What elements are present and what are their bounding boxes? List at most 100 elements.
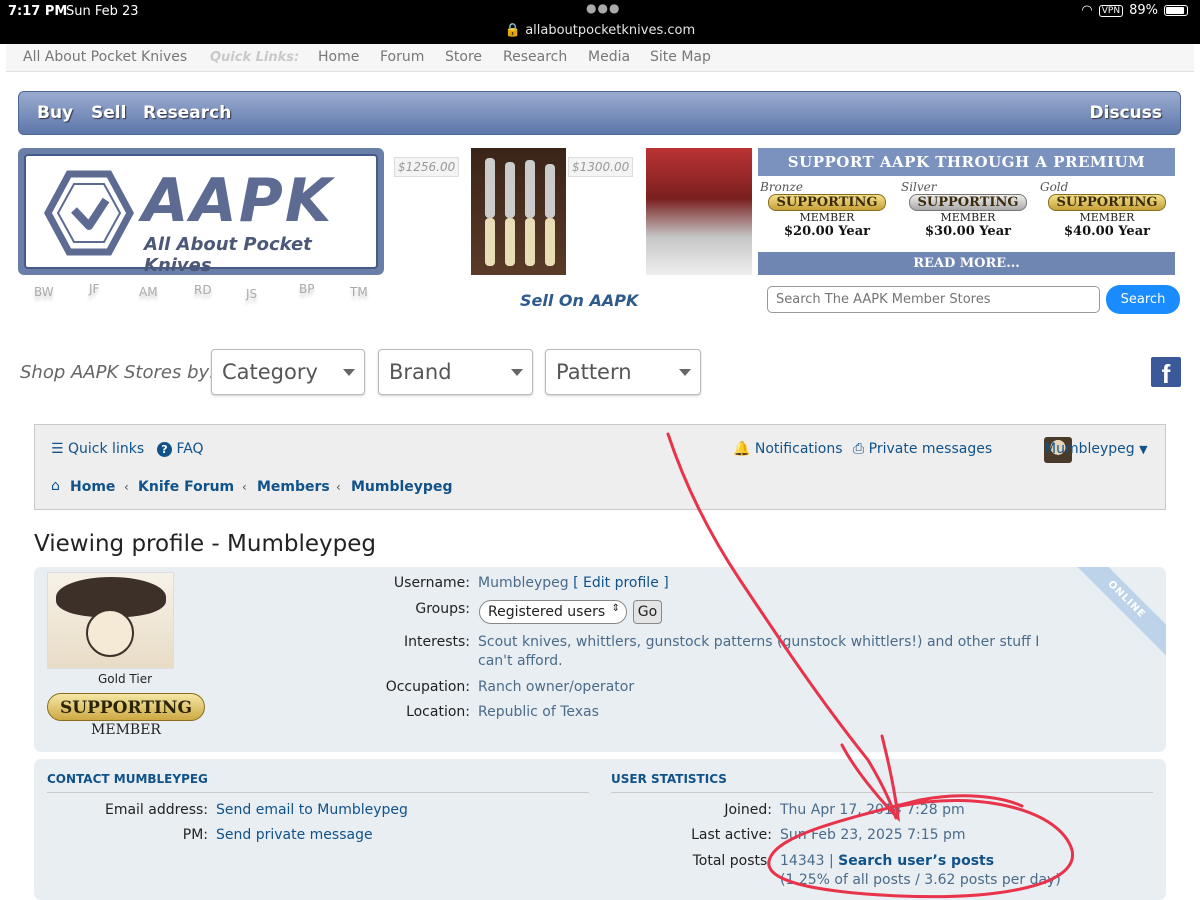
- hexagon-logo-icon: [44, 170, 134, 256]
- menu-research[interactable]: Research: [143, 103, 231, 123]
- initial-link[interactable]: JF: [89, 282, 99, 296]
- pattern-select[interactable]: Pattern: [545, 349, 701, 395]
- total-posts-value: 14343 | Search user’s posts: [780, 853, 995, 869]
- promo-tiers: Bronze SUPPORTING MEMBER $20.00 Year Sil…: [758, 176, 1175, 252]
- multitask-dots-icon[interactable]: ●●●: [586, 1, 620, 15]
- knife-listing-image[interactable]: [471, 148, 566, 275]
- user-menu[interactable]: Mumbleypeg ▼: [1044, 441, 1148, 457]
- contact-and-stats-panel: CONTACT MUMBLEYPEG Email address: Send e…: [34, 759, 1166, 900]
- private-messages-label: Private messages: [868, 441, 993, 457]
- faq-link[interactable]: ? FAQ: [157, 441, 204, 457]
- menu-discuss[interactable]: Discuss: [1090, 103, 1162, 123]
- username-value: Mumbleypeg [ Edit profile ]: [478, 575, 669, 591]
- status-time: 7:17 PM: [8, 4, 68, 19]
- brand-select-value: Brand: [389, 360, 452, 384]
- chevron-left-icon: ‹: [242, 480, 247, 494]
- question-circle-icon: ?: [157, 442, 172, 457]
- face-shape: [86, 609, 134, 657]
- groups-select-value: Registered users: [488, 604, 606, 620]
- badge-member: MEMBER: [91, 722, 161, 738]
- profile-panel: Gold Tier SUPPORTING MEMBER ONLINE Usern…: [34, 567, 1166, 752]
- top-link-media[interactable]: Media: [588, 49, 630, 65]
- notifications-label: Notifications: [754, 441, 843, 457]
- badge-ribbon: SUPPORTING: [47, 693, 205, 721]
- total-posts-count: 14343: [780, 853, 825, 869]
- status-indicators: ◠ VPN 89%: [1081, 3, 1188, 18]
- home-icon: ⌂: [51, 478, 60, 494]
- top-link-home[interactable]: Home: [318, 49, 359, 65]
- user-stats-heading: USER STATISTICS: [611, 772, 727, 786]
- page-title: Viewing profile - Mumbleypeg: [34, 531, 376, 557]
- breadcrumb-user[interactable]: Mumbleypeg: [351, 479, 452, 495]
- store-search-button[interactable]: Search: [1106, 285, 1180, 314]
- initial-link[interactable]: BW: [34, 285, 54, 299]
- inbox-icon: ⎙: [853, 441, 865, 457]
- initial-link[interactable]: BP: [299, 282, 314, 296]
- notifications-link[interactable]: 🔔 Notifications: [733, 441, 843, 457]
- posts-detail: (1.25% of all posts / 3.62 posts per day…: [780, 872, 1061, 888]
- top-link-store[interactable]: Store: [445, 49, 482, 65]
- joined-value: Thu Apr 17, 2014 7:28 pm: [780, 802, 965, 818]
- logo-frame: AAPK All About Pocket Knives: [24, 154, 378, 276]
- occupation-value: Ranch owner/operator: [478, 679, 635, 695]
- pattern-select-value: Pattern: [556, 360, 632, 384]
- last-active-value: Sun Feb 23, 2025 7:15 pm: [780, 827, 966, 843]
- promo-read-more[interactable]: READ MORE...: [758, 252, 1175, 275]
- initial-link[interactable]: RD: [194, 283, 212, 297]
- sell-on-aapk-link[interactable]: Sell On AAPK: [520, 291, 638, 310]
- online-ribbon: ONLINE: [1068, 567, 1166, 658]
- logo-title: AAPK: [142, 166, 334, 236]
- aapk-logo[interactable]: AAPK All About Pocket Knives: [18, 148, 384, 276]
- edit-profile-link[interactable]: Edit profile: [583, 575, 659, 591]
- location-value: Republic of Texas: [478, 704, 599, 720]
- groups-go-button[interactable]: Go: [633, 600, 662, 624]
- battery-percent: 89%: [1129, 3, 1158, 18]
- top-link-site-map[interactable]: Site Map: [650, 49, 711, 65]
- groups-select[interactable]: Registered users ⇕: [479, 600, 627, 624]
- initial-link[interactable]: JS: [246, 287, 257, 301]
- premium-subscription-banner[interactable]: SUPPORT AAPK THROUGH A PREMIUM SUBSCRIPT…: [758, 148, 1175, 275]
- last-active-label: Last active:: [691, 827, 772, 843]
- top-link-research[interactable]: Research: [503, 49, 567, 65]
- store-search-input[interactable]: [767, 286, 1100, 313]
- bell-icon: 🔔: [733, 441, 751, 457]
- chevron-left-icon: ‹: [336, 480, 341, 494]
- search-user-posts-link[interactable]: Search user’s posts: [838, 853, 994, 869]
- site-name-link[interactable]: All About Pocket Knives: [23, 49, 187, 65]
- username-text: Mumbleypeg: [478, 575, 569, 591]
- brand-select[interactable]: Brand: [378, 349, 533, 395]
- battery-icon: [1164, 5, 1188, 16]
- listing-price[interactable]: $1300.00: [568, 157, 634, 177]
- category-select[interactable]: Category: [211, 349, 365, 395]
- listing-price[interactable]: $1256.00: [394, 157, 460, 177]
- caret-down-icon: [343, 369, 355, 376]
- wifi-icon: ◠: [1081, 3, 1093, 18]
- quick-links-label: Quick Links:: [210, 50, 300, 65]
- chevron-left-icon: ‹: [124, 480, 129, 494]
- breadcrumb-knife-forum[interactable]: Knife Forum: [138, 479, 234, 495]
- private-messages-link[interactable]: ⎙ Private messages: [853, 441, 992, 457]
- facebook-icon[interactable]: f: [1151, 357, 1181, 389]
- vpn-badge: VPN: [1098, 4, 1124, 17]
- menu-sell[interactable]: Sell: [91, 103, 126, 123]
- top-link-forum[interactable]: Forum: [380, 49, 424, 65]
- menu-buy[interactable]: Buy: [37, 103, 73, 123]
- rank-title: Gold Tier: [98, 672, 153, 686]
- quick-links-menu[interactable]: ☰ Quick links: [51, 441, 144, 457]
- knife-listing-image[interactable]: [646, 148, 752, 275]
- divider: [611, 792, 1153, 793]
- initial-link[interactable]: AM: [139, 285, 158, 299]
- total-posts-label: Total posts:: [692, 853, 772, 869]
- send-email-link[interactable]: Send email to Mumbleypeg: [216, 802, 408, 818]
- location-label: Location:: [406, 704, 470, 720]
- quick-links-label: Quick links: [68, 441, 145, 457]
- status-date: Sun Feb 23: [66, 4, 139, 19]
- profile-avatar: [47, 572, 174, 669]
- address-bar[interactable]: 🔒 allaboutpocketknives.com: [0, 23, 1200, 38]
- interests-value-line2: can't afford.: [478, 653, 563, 669]
- breadcrumb-members[interactable]: Members: [257, 479, 330, 495]
- divider: [47, 792, 589, 793]
- initial-link[interactable]: TM: [350, 285, 368, 299]
- breadcrumb-home[interactable]: Home: [70, 479, 115, 495]
- send-pm-link[interactable]: Send private message: [216, 827, 373, 843]
